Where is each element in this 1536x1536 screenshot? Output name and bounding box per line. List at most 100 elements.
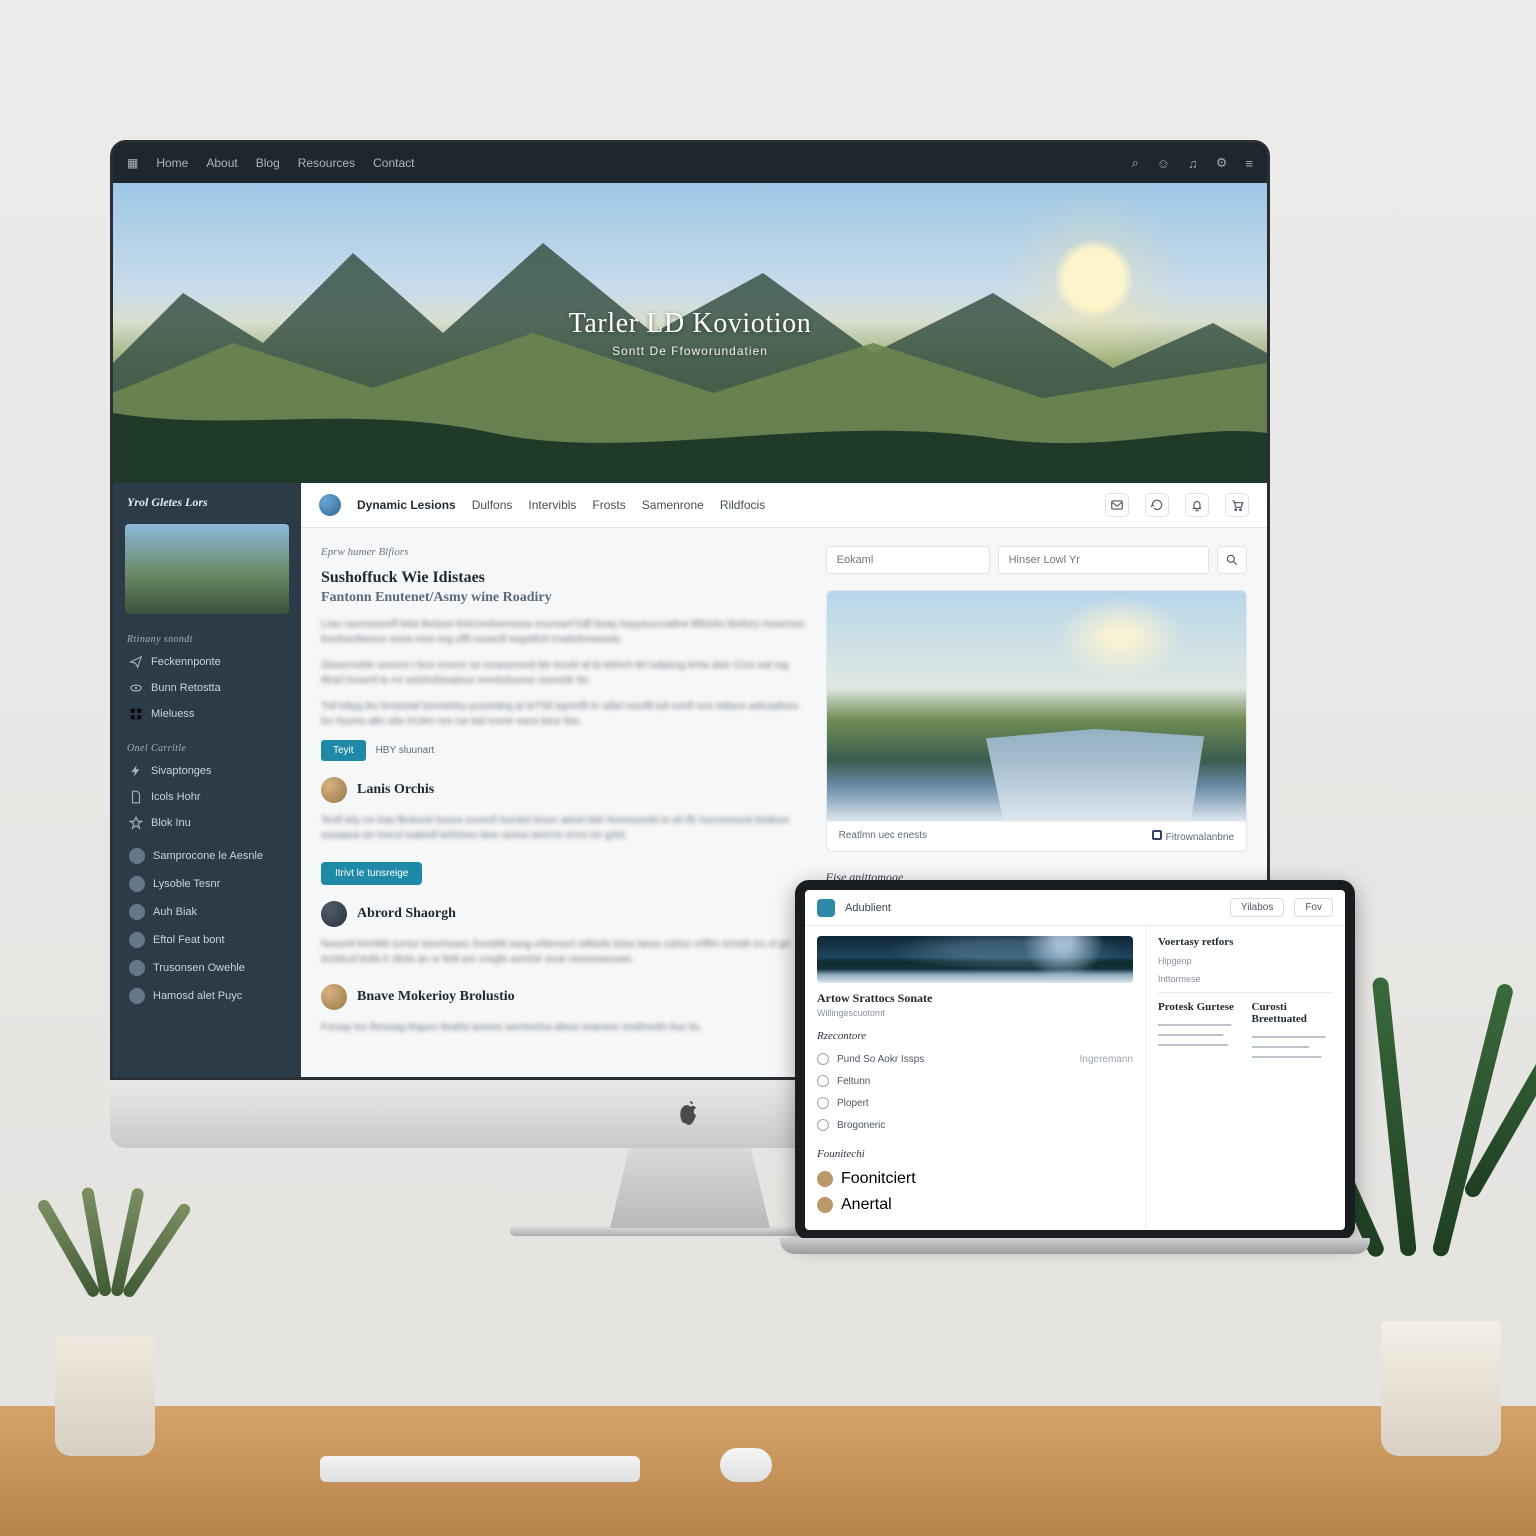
- sidebar-item[interactable]: Icols Hohr: [119, 784, 295, 810]
- laptop-person[interactable]: Anertal: [817, 1192, 1133, 1218]
- laptop-list-right: Ingeremann: [1080, 1054, 1133, 1065]
- avatar-icon: [129, 904, 145, 920]
- search-row: [826, 546, 1247, 574]
- imac-stand: [610, 1148, 770, 1228]
- sidebar-thumbnail[interactable]: [125, 524, 289, 614]
- laptop-section: Rzecontore: [817, 1030, 1133, 1042]
- sidebar-item[interactable]: Feckennponte: [119, 649, 295, 675]
- feature-card[interactable]: Reatlmn uec enests Fitrownalanbne: [826, 590, 1247, 852]
- file-icon: [129, 790, 143, 804]
- menubar-icon-box[interactable]: ▦: [127, 156, 138, 170]
- search-wide-input[interactable]: [998, 546, 1209, 574]
- laptop-person[interactable]: Foonitciert: [817, 1166, 1133, 1192]
- sidebar-item[interactable]: Sivaptonges: [119, 758, 295, 784]
- laptop-list: Pund So Aokr IsspsIngeremannFeltunnPlope…: [817, 1048, 1133, 1136]
- sidebar-item[interactable]: Bunn Retostta: [119, 675, 295, 701]
- sidebar-section-label: Rtinany snondt: [113, 624, 301, 649]
- menubar-item[interactable]: Blog: [256, 156, 280, 170]
- search-small-input[interactable]: [826, 546, 990, 574]
- subnav-tab[interactable]: Frosts: [592, 498, 625, 512]
- brand-name[interactable]: Dynamic Lesions: [357, 498, 456, 512]
- circle-icon: [817, 1097, 829, 1109]
- laptop-top-button[interactable]: Fov: [1294, 898, 1333, 917]
- sidebar-person[interactable]: Eftol Feat bont: [119, 926, 295, 954]
- plant-pot-right: [1381, 1321, 1501, 1456]
- menubar-item[interactable]: Resources: [298, 156, 355, 170]
- search-button[interactable]: [1217, 546, 1247, 574]
- settings-icon[interactable]: ⚙: [1216, 155, 1228, 171]
- laptop-list-label: Brogoneric: [837, 1120, 885, 1131]
- user-icon[interactable]: ☺: [1157, 156, 1170, 171]
- cart-icon: [1230, 498, 1244, 512]
- subnav-tab[interactable]: Samenrone: [642, 498, 704, 512]
- os-menubar: ▦ Home About Blog Resources Contact ⌕ ☺ …: [113, 143, 1267, 183]
- avatar-icon: [817, 1197, 833, 1213]
- sidebar-person-label: Lysoble Tesnr: [153, 878, 220, 890]
- laptop-main: Artow Srattocs Sonate Willingescuotomt R…: [805, 926, 1145, 1228]
- content-block: Bnave Mokerioy Brolustio Forsay ins fler…: [321, 984, 806, 1036]
- laptop-aside-item[interactable]: Hipgenp: [1158, 956, 1333, 966]
- author-avatar[interactable]: [321, 901, 347, 927]
- search-icon[interactable]: ⌕: [1131, 155, 1138, 171]
- refresh-button[interactable]: [1145, 493, 1169, 517]
- sidebar-item[interactable]: Blok Inu: [119, 810, 295, 836]
- author-avatar[interactable]: [321, 984, 347, 1010]
- sidebar: Yrol Gletes Lors Rtinany snondt Feckennp…: [113, 483, 301, 1077]
- sidebar-person[interactable]: Hamosd alet Puyc: [119, 982, 295, 1010]
- primary-chip[interactable]: Teyit: [321, 740, 366, 761]
- menubar-item[interactable]: About: [206, 156, 237, 170]
- laptop-list-item[interactable]: Plopert: [817, 1092, 1133, 1114]
- block-cta-button[interactable]: Itrivt le tunsreige: [321, 862, 422, 885]
- sidebar-item[interactable]: Mieluess: [119, 701, 295, 727]
- cart-button[interactable]: [1225, 493, 1249, 517]
- laptop-hero-image[interactable]: [817, 936, 1133, 983]
- chip-caption: HBY sluunart: [376, 745, 435, 756]
- send-icon: [129, 655, 143, 669]
- hero-subtitle: Sontt De Ffoworundatien: [612, 344, 768, 358]
- block-paragraph: Nesontl lrenfdls turrtur beorrtsaes Sont…: [321, 937, 806, 968]
- bell-button[interactable]: [1185, 493, 1209, 517]
- laptop-top-link[interactable]: Yilabos: [1230, 898, 1284, 917]
- sidebar-person[interactable]: Samprocone le Aesnle: [119, 842, 295, 870]
- laptop: Adublient Yilabos Fov Artow Srattocs Son…: [780, 880, 1370, 1300]
- bell-icon[interactable]: ♫: [1188, 156, 1198, 171]
- article-title-line1: Sushoffuck Wie Idistaes: [321, 569, 485, 586]
- sidebar-person[interactable]: Auh Biak: [119, 898, 295, 926]
- laptop-aside-item[interactable]: Inttormese: [1158, 974, 1333, 984]
- sidebar-person[interactable]: Lysoble Tesnr: [119, 870, 295, 898]
- feature-caption-left: Reatlmn uec enests: [839, 830, 927, 843]
- sidebar-people: Samprocone le Aesnle Lysoble Tesnr Auh Bia…: [113, 842, 301, 1016]
- subnav-tab[interactable]: Intervibls: [528, 498, 576, 512]
- laptop-list-item[interactable]: Feltunn: [817, 1070, 1133, 1092]
- laptop-card-subtitle: Willingescuotomt: [817, 1008, 1133, 1018]
- sidebar-person[interactable]: Trusonsen Owehle: [119, 954, 295, 982]
- menubar-item[interactable]: Home: [156, 156, 188, 170]
- feature-caption-row: Reatlmn uec enests Fitrownalanbne: [827, 821, 1246, 851]
- laptop-list-item[interactable]: Brogoneric: [817, 1114, 1133, 1136]
- brand-icon[interactable]: [319, 494, 341, 516]
- sidebar-item-label: Feckennponte: [151, 656, 221, 668]
- sidebar-item-label: Sivaptonges: [151, 765, 212, 777]
- author-avatar[interactable]: [321, 777, 347, 803]
- mail-icon: [1110, 498, 1124, 512]
- mouse: [720, 1448, 772, 1482]
- subnav-tab[interactable]: Dulfons: [472, 498, 513, 512]
- chip-row: Teyit HBY sluunart: [321, 740, 806, 761]
- mail-button[interactable]: [1105, 493, 1129, 517]
- laptop-person-name: Anertal: [841, 1196, 892, 1214]
- menubar-item[interactable]: Contact: [373, 156, 414, 170]
- hero-banner: Tarler LD Koviotion Sontt De Ffoworundat…: [113, 183, 1267, 483]
- laptop-list-item[interactable]: Pund So Aokr IsspsIngeremann: [817, 1048, 1133, 1070]
- article-paragraph: Lrau raurssessnfl letia lleriave lestcre…: [321, 617, 806, 648]
- subnav-tab[interactable]: Rildfocis: [720, 498, 765, 512]
- plant-pot-left: [55, 1336, 155, 1456]
- sidebar-list: Sivaptonges Icols Hohr Blok Inu: [113, 758, 301, 842]
- help-icon[interactable]: ≡: [1245, 156, 1253, 171]
- laptop-person-name: Foonitciert: [841, 1170, 916, 1188]
- laptop-brand-icon[interactable]: [817, 899, 835, 917]
- block-paragraph: Forsay ins flerssag feigurs tlealtsl are…: [321, 1020, 806, 1036]
- sidebar-item-label: Mieluess: [151, 708, 194, 720]
- bolt-icon: [129, 764, 143, 778]
- circle-icon: [817, 1075, 829, 1087]
- content-block: Abrord Shaorgh Nesontl lrenfdls turrtur …: [321, 901, 806, 968]
